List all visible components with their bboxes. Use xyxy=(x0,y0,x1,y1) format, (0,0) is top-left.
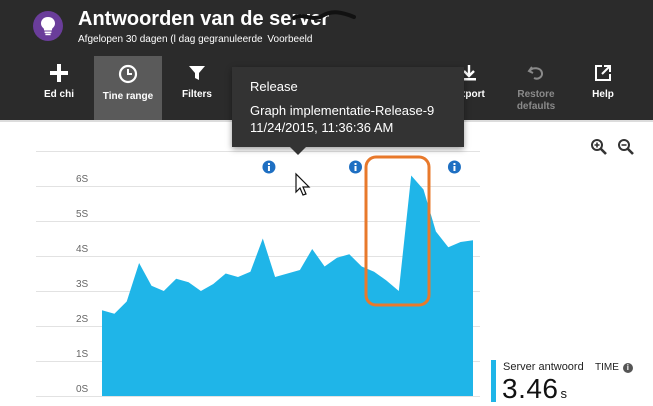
help-label: Help xyxy=(592,89,614,100)
restore-defaults-label: Restore defaults xyxy=(516,89,556,112)
help-button[interactable]: Help xyxy=(580,56,626,120)
time-range-button[interactable]: Tine range xyxy=(94,56,162,120)
legend-series-name: Server antwoord xyxy=(503,361,584,373)
release-marker-glyph xyxy=(453,163,456,165)
page-subtitle: Afgelopen 30 dagen (l dag gegranuleerde … xyxy=(78,34,312,45)
blade-header: Antwoorden van de server Afgelopen 30 da… xyxy=(0,0,653,56)
redaction-scribble xyxy=(292,10,356,20)
release-marker-glyph xyxy=(267,163,270,165)
y-tick-label: 1S xyxy=(76,349,89,360)
release-marker-glyph xyxy=(354,166,357,171)
release-marker-icon[interactable] xyxy=(349,160,363,174)
external-link-icon xyxy=(595,65,611,81)
y-tick-label: 4S xyxy=(76,244,89,255)
time-label: TIME xyxy=(595,362,619,373)
tooltip-title: Release xyxy=(250,79,298,94)
plus-icon xyxy=(50,64,68,82)
y-tick-label: 2S xyxy=(76,314,89,325)
y-tick-label: 6S xyxy=(76,174,89,185)
y-tick-label: 5S xyxy=(76,209,89,220)
time-range-label: Tine range xyxy=(102,91,154,102)
release-marker-glyph xyxy=(453,166,456,171)
release-marker-icon[interactable] xyxy=(447,160,461,174)
time-header: TIME i xyxy=(595,362,633,373)
y-tick-label: 0S xyxy=(76,384,89,395)
tooltip-timestamp: 11/24/2015, 11:36:36 AM xyxy=(250,120,394,135)
legend-metric-value: 3.46 s xyxy=(502,373,568,405)
tooltip-arrow xyxy=(290,147,306,155)
release-marker-glyph xyxy=(354,163,357,165)
filter-icon xyxy=(189,66,205,80)
filters-label: Filters xyxy=(181,89,212,100)
sample-label: Voorbeeld xyxy=(267,34,313,45)
undo-icon xyxy=(527,66,544,80)
release-tooltip: Release Graph implementatie-Release-9 11… xyxy=(232,67,464,147)
edit-chart-button[interactable]: Ed chi xyxy=(28,56,90,120)
y-tick-label: 3S xyxy=(76,279,89,290)
tooltip-release-name: Graph implementatie-Release-9 xyxy=(250,103,435,118)
legend-swatch xyxy=(491,360,496,402)
metric-unit: s xyxy=(560,386,568,401)
mouse-cursor-icon xyxy=(295,172,311,196)
release-markers xyxy=(262,160,461,174)
restore-defaults-button[interactable]: Restore defaults xyxy=(508,56,564,120)
subtitle-range: Afgelopen 30 dagen (l dag gegranuleerde xyxy=(78,34,263,45)
clock-icon xyxy=(118,64,138,84)
info-icon[interactable]: i xyxy=(622,362,633,373)
lightbulb-icon xyxy=(33,11,63,41)
release-marker-glyph xyxy=(267,166,270,171)
metric-number: 3.46 xyxy=(502,373,559,404)
edit-chart-label: Ed chi xyxy=(43,89,74,100)
release-marker-icon[interactable] xyxy=(262,160,276,174)
series-area xyxy=(102,175,473,396)
filters-button[interactable]: Filters xyxy=(170,56,224,120)
